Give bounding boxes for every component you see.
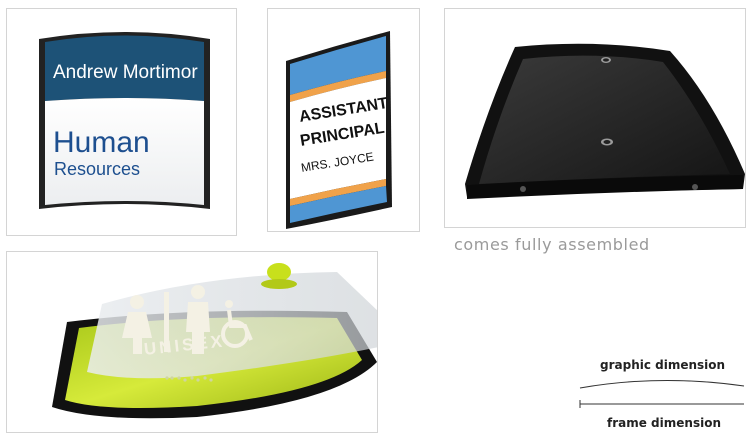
- product-photo-restroom-sign: UNISEX: [6, 251, 378, 433]
- product-photo-title-sign: ASSISTANT PRINCIPAL MRS. JOYCE: [267, 8, 420, 232]
- graphic-dimension-label: graphic dimension: [600, 358, 726, 372]
- empty-frame-illustration: [465, 43, 745, 199]
- graphic-dimension-line: [579, 379, 745, 389]
- sign-department-line1: Human: [53, 126, 150, 159]
- curved-sign-illustration: [286, 31, 392, 229]
- sign-department-line2: Resources: [54, 159, 141, 179]
- product-photo-empty-frame: [444, 8, 746, 228]
- product-photo-name-sign: Andrew Mortimor Human Resources: [6, 8, 237, 236]
- curved-sign-illustration: [39, 32, 210, 209]
- frame-dimension-label: frame dimension: [607, 416, 721, 430]
- lift-handle: [267, 263, 291, 281]
- dimension-diagram: [579, 379, 745, 408]
- sign-name-text: Andrew Mortimor: [53, 62, 198, 83]
- assembled-caption: comes fully assembled: [454, 235, 650, 254]
